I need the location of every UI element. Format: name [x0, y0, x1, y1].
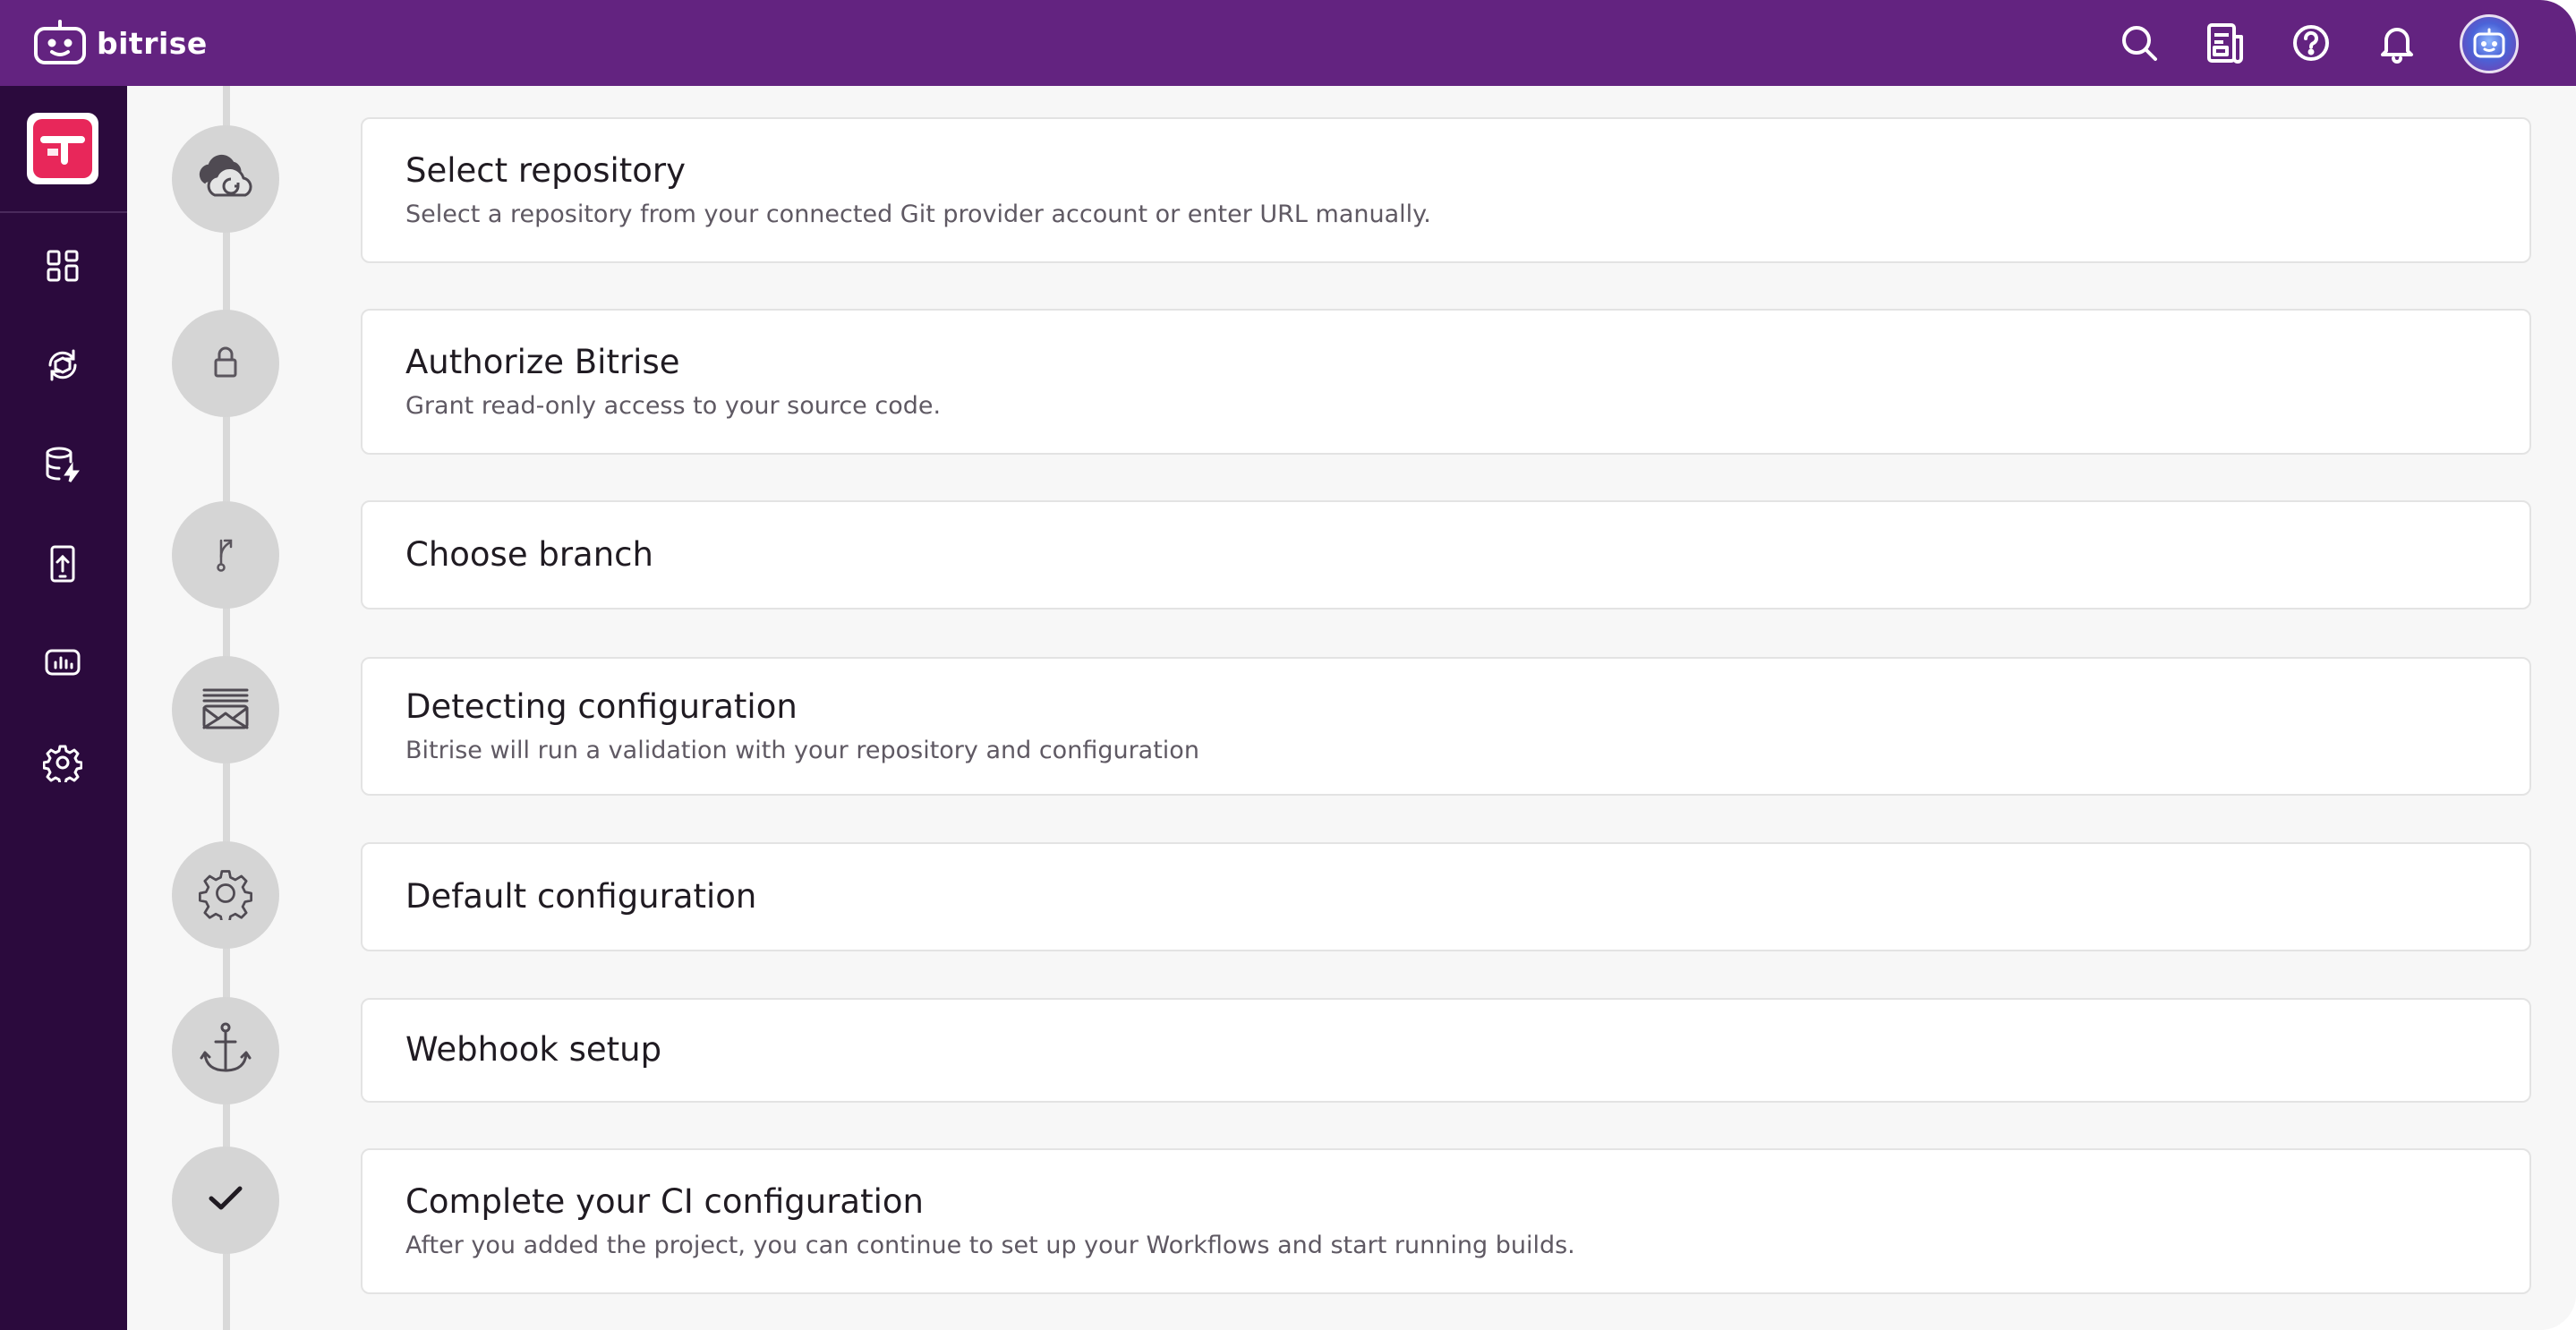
step-1-icon-circle	[172, 125, 279, 233]
app-window: bitrise Select repository Select a repos…	[0, 0, 2576, 1330]
workspace-avatar-icon	[33, 119, 92, 178]
docs-icon[interactable]	[2202, 20, 2248, 66]
step-description: Grant read-only access to your source co…	[405, 391, 942, 420]
step-5-icon-circle	[172, 841, 279, 949]
step-description: After you added the project, you can con…	[405, 1231, 1575, 1259]
step-title: Select repository	[405, 151, 687, 191]
step-7-icon-circle	[172, 1147, 279, 1254]
step-6-icon-circle	[172, 997, 279, 1104]
step-title: Authorize Bitrise	[405, 343, 680, 382]
user-avatar[interactable]	[2460, 14, 2519, 73]
sidebar	[0, 86, 127, 1330]
branch-icon	[212, 533, 239, 576]
config-scan-icon	[200, 685, 251, 735]
step-3-icon-circle	[172, 501, 279, 609]
step-description: Bitrise will run a validation with your …	[405, 736, 1199, 764]
step-card-choose-branch[interactable]: Choose branch	[361, 500, 2531, 610]
step-card-webhook-setup[interactable]: Webhook setup	[361, 998, 2531, 1103]
release-management-icon[interactable]	[36, 537, 90, 591]
step-card-select-repository[interactable]: Select repository Select a repository fr…	[361, 117, 2531, 263]
anchor-icon	[200, 1020, 252, 1081]
gear-icon	[199, 866, 252, 925]
step-card-detecting-configuration[interactable]: Detecting configuration Bitrise will run…	[361, 657, 2531, 796]
main-content: Select repository Select a repository fr…	[127, 86, 2576, 1330]
step-title: Complete your CI configuration	[405, 1182, 924, 1222]
top-bar: bitrise	[0, 0, 2576, 86]
notification-bell-icon[interactable]	[2374, 20, 2420, 66]
dashboard-icon[interactable]	[36, 239, 90, 293]
brand[interactable]: bitrise	[32, 20, 208, 66]
step-card-authorize-bitrise[interactable]: Authorize Bitrise Grant read-only access…	[361, 309, 2531, 455]
step-title: Webhook setup	[405, 1030, 662, 1070]
settings-icon[interactable]	[36, 736, 90, 789]
lock-icon	[210, 344, 241, 383]
step-card-default-configuration[interactable]: Default configuration	[361, 842, 2531, 951]
workspace-logo[interactable]	[27, 113, 98, 184]
step-card-complete-ci-configuration[interactable]: Complete your CI configuration After you…	[361, 1148, 2531, 1294]
help-icon[interactable]	[2288, 20, 2334, 66]
step-4-icon-circle	[172, 656, 279, 763]
checkmark-icon	[208, 1185, 243, 1215]
search-icon[interactable]	[2116, 20, 2162, 66]
step-description: Select a repository from your connected …	[405, 200, 1431, 228]
step-title: Default configuration	[405, 876, 757, 916]
insights-icon[interactable]	[36, 636, 90, 690]
bitrise-logo-icon	[32, 20, 88, 66]
brand-name: bitrise	[97, 25, 208, 61]
sidebar-divider	[0, 211, 127, 213]
builds-icon[interactable]	[36, 338, 90, 392]
step-title: Choose branch	[405, 534, 653, 574]
step-title: Detecting configuration	[405, 687, 798, 727]
cloud-icon	[193, 152, 258, 206]
build-cache-icon[interactable]	[36, 438, 90, 491]
step-2-icon-circle	[172, 310, 279, 417]
